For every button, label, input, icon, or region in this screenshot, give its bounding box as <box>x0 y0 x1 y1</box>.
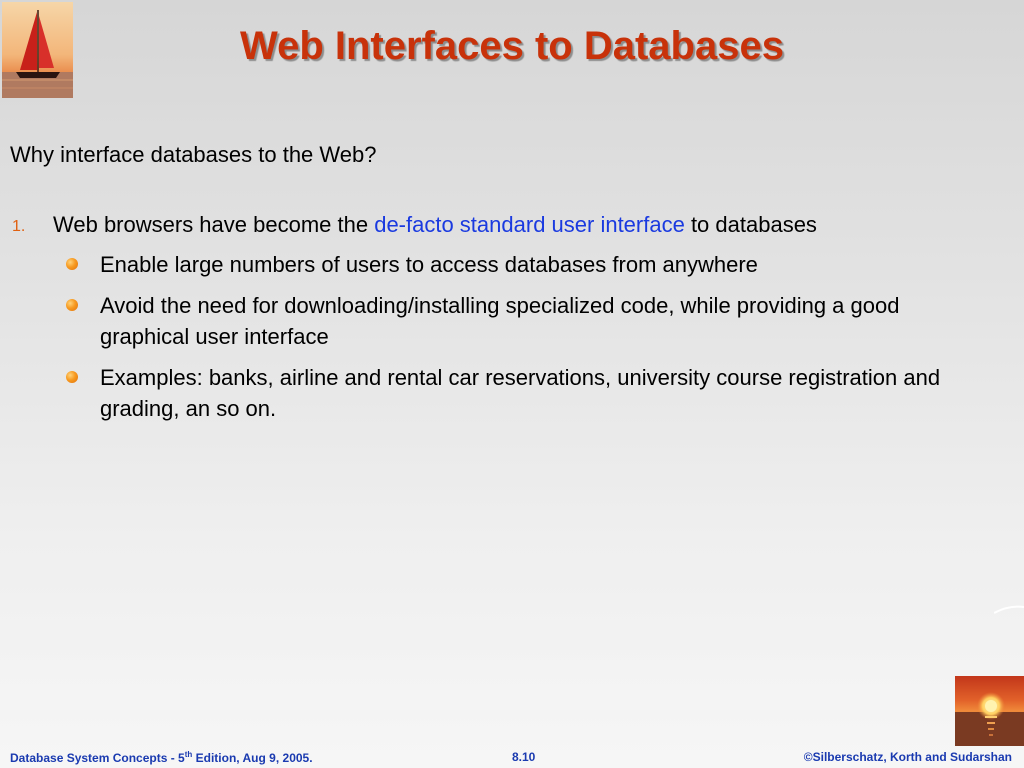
bullet-item: Enable large numbers of users to access … <box>10 249 970 280</box>
sailboat-logo-icon <box>2 2 73 98</box>
numbered-item-1: 1. Web browsers have become the de-facto… <box>10 210 970 240</box>
intro-question: Why interface databases to the Web? <box>10 142 377 167</box>
bullet-dot-icon <box>66 299 78 311</box>
bullet-list: Enable large numbers of users to access … <box>10 249 970 424</box>
footer-book-info: Database System Concepts - 5th Edition, … <box>10 750 313 765</box>
item-highlight: de-facto standard user interface <box>374 212 685 237</box>
item-text-before: Web browsers have become the <box>53 212 375 237</box>
slide-title: Web Interfaces to Databases <box>240 24 784 68</box>
footer-edition-date: Edition, Aug 9, 2005. <box>192 751 313 765</box>
bullet-item: Examples: banks, airline and rental car … <box>10 362 970 424</box>
slide-content: Why interface databases to the Web? 1. W… <box>10 140 970 424</box>
item-text-after: to databases <box>684 212 817 237</box>
item-number: 1. <box>12 218 26 235</box>
bullet-text: Examples: banks, airline and rental car … <box>100 365 941 421</box>
sunset-logo-icon <box>955 676 1024 746</box>
swoosh-decoration-icon <box>994 605 1024 614</box>
footer-copyright: ©Silberschatz, Korth and Sudarshan <box>803 750 1012 764</box>
bullet-dot-icon <box>66 258 78 270</box>
bullet-text: Enable large numbers of users to access … <box>100 252 758 277</box>
slide-footer: Database System Concepts - 5th Edition, … <box>0 748 1024 768</box>
bullet-dot-icon <box>66 371 78 383</box>
footer-slide-number: 8.10 <box>512 750 536 764</box>
bullet-text: Avoid the need for downloading/installin… <box>100 293 900 349</box>
footer-book-title: Database System Concepts - 5 <box>10 751 185 765</box>
bullet-item: Avoid the need for downloading/installin… <box>10 290 970 352</box>
